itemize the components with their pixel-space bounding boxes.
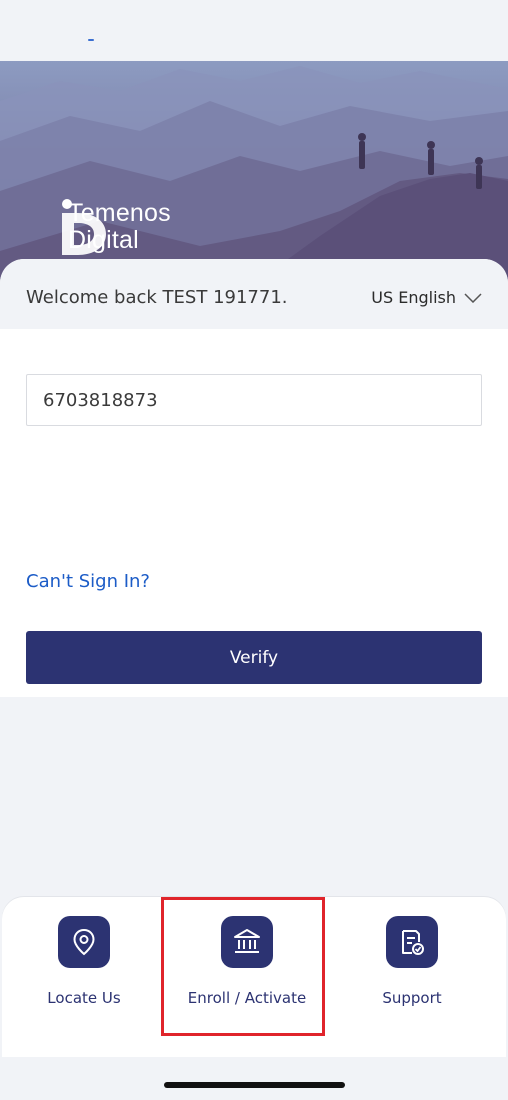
location-pin-icon — [58, 916, 110, 968]
language-label: US English — [371, 288, 456, 307]
temenos-logo-icon — [62, 199, 106, 255]
verify-button[interactable]: Verify — [26, 631, 482, 684]
chevron-down-icon — [464, 292, 482, 303]
bank-building-icon — [221, 916, 273, 968]
cant-sign-in-link[interactable]: Can't Sign In? — [26, 571, 150, 592]
tab-label-support: Support — [382, 989, 442, 1007]
login-card: Welcome back TEST 191771. US English Can… — [0, 259, 508, 697]
tab-label-enroll-activate: Enroll / Activate — [187, 989, 307, 1007]
home-indicator[interactable] — [164, 1082, 345, 1088]
language-selector[interactable]: US English — [371, 288, 482, 307]
footer-strip — [0, 1057, 508, 1100]
tab-support[interactable]: Support — [332, 916, 492, 1026]
brand-logo-group: Temenos Digital — [60, 199, 171, 255]
welcome-message: Welcome back TEST 191771. — [26, 287, 288, 308]
phone-number-input[interactable] — [26, 374, 482, 426]
tab-enroll-activate[interactable]: Enroll / Activate — [167, 916, 327, 1026]
document-check-icon — [386, 916, 438, 968]
welcome-row: Welcome back TEST 191771. US English — [0, 259, 508, 329]
bottom-action-panel: Locate Us Enroll / Activate Support — [2, 897, 506, 1057]
top-status-strip — [0, 0, 508, 61]
status-indicator — [88, 39, 94, 41]
tab-locate-us[interactable]: Locate Us — [4, 916, 164, 1026]
tab-label-locate-us: Locate Us — [47, 989, 121, 1007]
